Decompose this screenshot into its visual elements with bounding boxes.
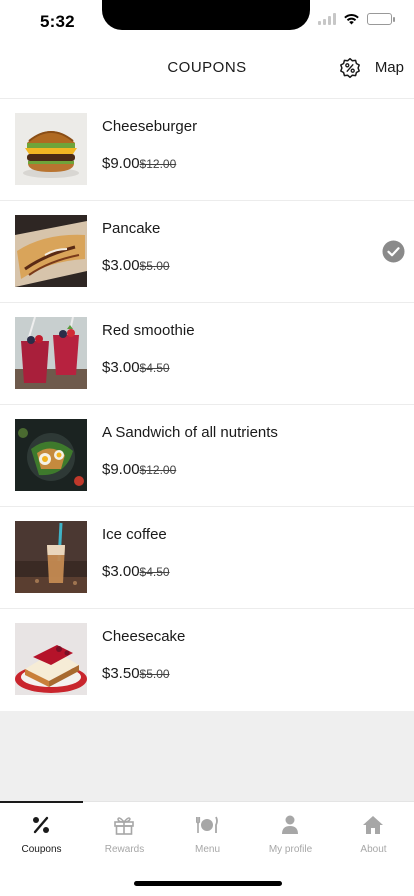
- current-price: $3.00: [102, 359, 140, 376]
- coupon-item-cheeseburger[interactable]: Cheeseburger $9.00$12.00: [0, 99, 414, 201]
- tab-label: Rewards: [104, 844, 145, 855]
- wifi-icon: [344, 13, 359, 25]
- pancake-photo: [15, 215, 87, 287]
- item-price: $3.50$5.00: [102, 665, 170, 682]
- status-icons: [318, 13, 395, 25]
- tab-label: Coupons: [21, 844, 62, 855]
- tab-menu[interactable]: Menu: [166, 802, 249, 862]
- map-link[interactable]: Map: [375, 59, 404, 76]
- current-price: $3.00: [102, 257, 140, 274]
- coupon-item-sandwich[interactable]: A Sandwich of all nutrients $9.00$12.00: [0, 405, 414, 507]
- tab-my-profile[interactable]: My profile: [249, 802, 332, 862]
- red-smoothie-photo: [15, 317, 87, 389]
- header: COUPONS Map: [0, 44, 414, 99]
- current-price: $3.00: [102, 563, 140, 580]
- item-name: A Sandwich of all nutrients: [102, 424, 278, 441]
- cheeseburger-photo: [15, 113, 87, 185]
- item-name: Pancake: [102, 220, 161, 237]
- coupon-item-ice-coffee[interactable]: Ice coffee $3.00$4.50: [0, 507, 414, 609]
- item-name: Cheesecake: [102, 628, 186, 645]
- home-icon: [363, 816, 383, 834]
- current-price: $9.00: [102, 461, 140, 478]
- status-bar: 5:32: [0, 0, 414, 44]
- tab-label: About: [360, 844, 387, 855]
- item-price: $3.00$5.00: [102, 257, 170, 274]
- tab-coupons[interactable]: Coupons: [0, 802, 83, 862]
- old-price: $12.00: [139, 157, 177, 171]
- signal-icon: [318, 13, 336, 25]
- coupon-item-red-smoothie[interactable]: Red smoothie $3.00$4.50: [0, 303, 414, 405]
- tab-label: Menu: [194, 844, 220, 855]
- coupon-item-pancake[interactable]: Pancake $3.00$5.00: [0, 201, 414, 303]
- status-time: 5:32: [40, 12, 75, 31]
- old-price: $4.50: [139, 361, 170, 375]
- gift-icon: [114, 817, 134, 835]
- item-name: Cheeseburger: [102, 118, 198, 135]
- current-price: $9.00: [102, 155, 140, 172]
- current-price: $3.50: [102, 665, 140, 682]
- battery-icon: [367, 13, 395, 25]
- cheesecake-photo: [15, 623, 87, 695]
- ice-coffee-photo: [15, 521, 87, 593]
- item-price: $9.00$12.00: [102, 461, 176, 478]
- user-icon: [282, 815, 298, 834]
- item-price: $9.00$12.00: [102, 155, 176, 172]
- tab-label: My profile: [268, 844, 313, 855]
- item-price: $3.00$4.50: [102, 359, 170, 376]
- old-price: $4.50: [139, 565, 170, 579]
- tab-about[interactable]: About: [332, 802, 414, 862]
- item-name: Red smoothie: [102, 322, 195, 339]
- sandwich-photo: [15, 419, 87, 491]
- tab-rewards[interactable]: Rewards: [83, 802, 166, 862]
- home-indicator: [134, 881, 282, 886]
- coupon-list: Cheeseburger $9.00$12.00 Pancake $3.00$5…: [0, 99, 414, 711]
- old-price: $12.00: [139, 463, 177, 477]
- settings-badge-button[interactable]: [338, 56, 362, 80]
- coupon-item-cheesecake[interactable]: Cheesecake $3.50$5.00: [0, 609, 414, 711]
- item-price: $3.00$4.50: [102, 563, 170, 580]
- plate-cutlery-icon: [196, 816, 218, 833]
- notch: [102, 0, 310, 30]
- old-price: $5.00: [139, 259, 170, 273]
- percent-badge-icon: [340, 57, 360, 79]
- checkmark-circle-icon: [382, 240, 405, 263]
- percent-icon: [33, 816, 49, 834]
- old-price: $5.00: [139, 667, 170, 681]
- item-name: Ice coffee: [102, 526, 167, 543]
